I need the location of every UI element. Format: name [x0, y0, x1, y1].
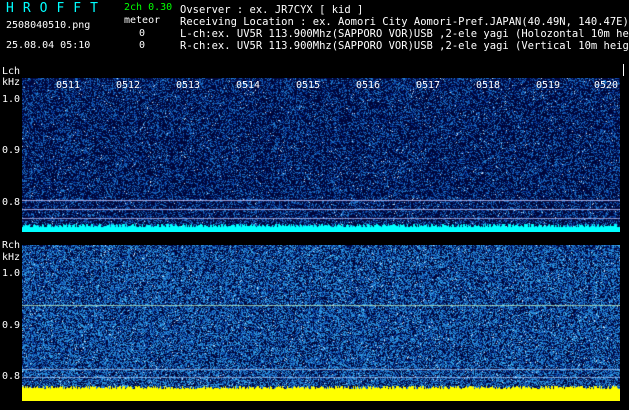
- rch-label: Rch: [2, 240, 21, 251]
- rch-info: R-ch:ex. UV5R 113.900Mhz(SAPPORO VOR)USB…: [180, 40, 629, 52]
- lch-tick-1-0: 1.0: [2, 94, 21, 105]
- app-title: HROFFT: [6, 1, 107, 16]
- time-label-0519: 0519: [536, 80, 561, 91]
- datetime-label: 25.08.04 05:10: [6, 40, 91, 51]
- time-label-0515: 0515: [296, 80, 321, 91]
- lch-waterfall: [22, 78, 623, 232]
- meteor-count-l: 0: [139, 28, 146, 39]
- lch-unit-label: kHz: [2, 77, 21, 88]
- lch-tick-0-8: 0.8: [2, 197, 21, 208]
- lch-label: Lch: [2, 66, 21, 77]
- cursor-tick: [623, 64, 624, 76]
- time-label-0512: 0512: [116, 80, 141, 91]
- version-label: 2ch 0.30: [124, 2, 173, 13]
- time-label-0520: 0520: [594, 80, 619, 91]
- observer-info: Ovserver : ex. JR7CYX [ kid ]: [180, 4, 364, 16]
- time-label-0517: 0517: [416, 80, 441, 91]
- location-info: Receiving Location : ex. Aomori City Aom…: [180, 16, 629, 28]
- current-time-cursor: [620, 64, 623, 410]
- time-label-0518: 0518: [476, 80, 501, 91]
- rch-unit-label: kHz: [2, 252, 21, 263]
- filename-label: 2508040510.png: [6, 20, 91, 31]
- time-label-0516: 0516: [356, 80, 381, 91]
- time-label-0514: 0514: [236, 80, 261, 91]
- lch-info: L-ch:ex. UV5R 113.900Mhz(SAPPORO VOR)USB…: [180, 28, 629, 40]
- time-label-0513: 0513: [176, 80, 201, 91]
- rch-tick-0-9: 0.9: [2, 320, 21, 331]
- rch-tick-0-8: 0.8: [2, 371, 21, 382]
- meteor-count-r: 0: [139, 40, 146, 51]
- rch-waterfall: [22, 245, 623, 401]
- meteor-label: meteor: [124, 15, 161, 26]
- rch-tick-1-0: 1.0: [2, 268, 21, 279]
- time-label-0511: 0511: [56, 80, 81, 91]
- lch-tick-0-9: 0.9: [2, 145, 21, 156]
